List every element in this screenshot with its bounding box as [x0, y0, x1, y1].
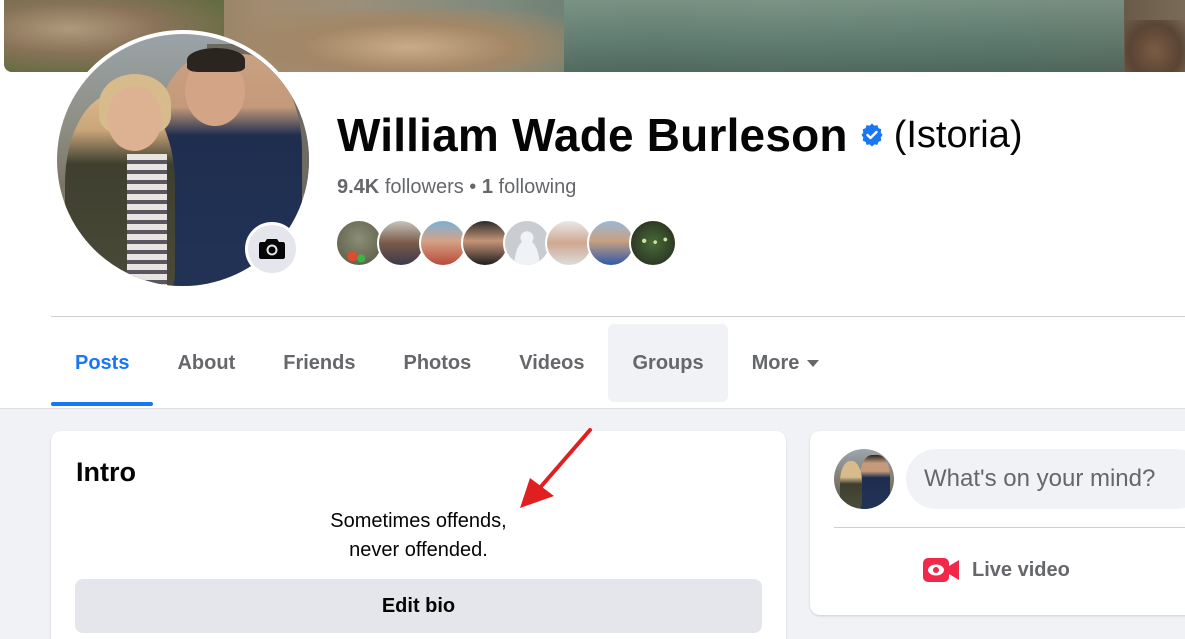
update-profile-picture-button[interactable]: [245, 222, 299, 276]
tab-more-label: More: [751, 351, 800, 374]
profile-tabs: Posts About Friends Photos Videos Groups…: [51, 324, 843, 408]
friend-avatar[interactable]: [419, 219, 467, 267]
caret-down-icon: [807, 359, 820, 367]
tab-about[interactable]: About: [153, 324, 259, 402]
profile-alternate-name: (Istoria): [893, 113, 1023, 156]
friend-avatar[interactable]: [503, 219, 551, 267]
annotation-arrow-icon: [520, 428, 592, 508]
whats-on-your-mind-input[interactable]: What's on your mind?: [906, 449, 1185, 509]
bio-line: never offended.: [349, 539, 488, 561]
post-composer-card: What's on your mind? Live video: [810, 431, 1185, 615]
tab-videos[interactable]: Videos: [495, 324, 608, 402]
followers-label[interactable]: followers: [385, 176, 464, 198]
tab-groups[interactable]: Groups: [608, 324, 728, 402]
tab-posts[interactable]: Posts: [51, 324, 154, 406]
composer-avatar[interactable]: [834, 449, 894, 509]
following-label[interactable]: following: [499, 176, 577, 198]
friend-avatar[interactable]: [587, 219, 635, 267]
live-video-icon: [923, 558, 959, 582]
friend-avatar[interactable]: [545, 219, 593, 267]
intro-card: Intro Sometimes offends, never offended.…: [51, 431, 786, 639]
stats-separator: •: [463, 176, 482, 198]
camera-icon: [259, 239, 285, 259]
follow-stats: 9.4K followers • 1 following: [337, 176, 576, 199]
profile-name-row: William Wade Burleson (Istoria): [337, 108, 1023, 162]
composer-divider: [834, 527, 1185, 528]
live-video-button[interactable]: Live video: [922, 555, 1070, 585]
friend-avatar[interactable]: [377, 219, 425, 267]
edit-bio-button[interactable]: Edit bio: [75, 579, 762, 633]
verified-badge-icon: [861, 123, 883, 147]
live-video-label: Live video: [972, 558, 1070, 581]
tab-friends[interactable]: Friends: [259, 324, 379, 402]
profile-name: William Wade Burleson: [337, 109, 848, 161]
followers-count[interactable]: 9.4K: [337, 176, 379, 198]
tab-photos[interactable]: Photos: [379, 324, 495, 402]
friend-avatar[interactable]: [461, 219, 509, 267]
following-count[interactable]: 1: [482, 176, 493, 198]
tab-more[interactable]: More: [728, 324, 844, 402]
bio-text: Sometimes offends, never offended.: [51, 507, 786, 565]
header-divider: [51, 316, 1185, 317]
friend-avatar[interactable]: [335, 219, 383, 267]
bio-line: Sometimes offends,: [330, 510, 507, 532]
friend-avatars: [335, 219, 677, 267]
intro-title: Intro: [76, 457, 136, 487]
friend-avatar[interactable]: [629, 219, 677, 267]
